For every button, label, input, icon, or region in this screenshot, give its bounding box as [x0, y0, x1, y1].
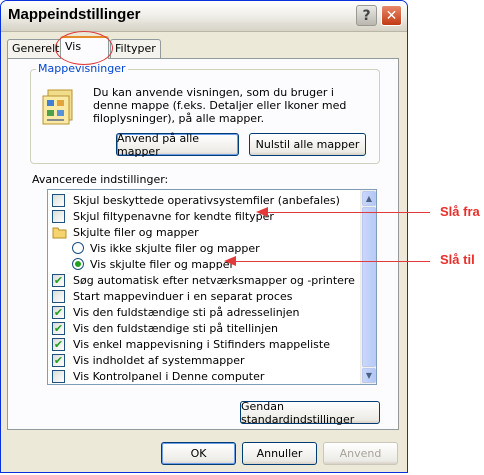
radio-button[interactable]: [72, 258, 84, 270]
list-item[interactable]: ✔ Vis den fuldstændige sti på titellinje…: [52, 320, 278, 336]
list-item[interactable]: ✔ Vis indholdet af systemmapper: [52, 352, 244, 368]
help-button[interactable]: ?: [356, 5, 377, 26]
apply-label: Anvend: [339, 447, 382, 460]
checkbox[interactable]: [52, 289, 65, 303]
list-item-label: Vis ikke skjulte filer og mapper: [90, 241, 260, 255]
annotation-off: Slå fra: [440, 204, 480, 219]
vertical-scrollbar[interactable]: ▲ ▼: [360, 190, 376, 384]
scroll-down-button[interactable]: ▼: [362, 368, 376, 383]
list-item-label: Vis skjulte filer og mapper: [90, 257, 235, 271]
list-item[interactable]: ✔ Vis den fuldstændige sti på adresselin…: [52, 304, 299, 320]
arrow-off-line: [266, 212, 430, 213]
list-item-label: Vis den fuldstændige sti på adresselinje…: [73, 305, 300, 319]
tab-filtyper[interactable]: Filtyper: [110, 39, 161, 58]
folder-views-description: Du kan anvende visningen, som du bruger …: [93, 86, 347, 125]
help-icon: ?: [362, 7, 371, 24]
advanced-settings-label: Avancerede indstillinger:: [32, 173, 169, 186]
list-item-label: Vis indholdet af systemmapper: [73, 353, 245, 367]
checkbox[interactable]: [52, 369, 65, 383]
list-item[interactable]: Vis skjulte filer og mapper: [72, 256, 234, 272]
apply-all-folders-label: Anvend på alle mapper: [117, 131, 200, 158]
checkbox[interactable]: ✔: [52, 321, 65, 335]
list-item-label: Start mappevinduer i en separat proces: [73, 289, 293, 303]
cancel-button[interactable]: Annuller: [242, 442, 317, 465]
scroll-thumb[interactable]: [362, 207, 376, 367]
tab-label: Generelt: [12, 42, 60, 55]
list-item: Skjulte filer og mapper: [52, 224, 199, 240]
list-item[interactable]: Skjul beskyttede operativsystemfiler (an…: [52, 192, 340, 208]
title-bar[interactable]: Mappeindstillinger ? ✕: [1, 1, 407, 32]
radio-button[interactable]: [72, 242, 84, 254]
advanced-settings-list[interactable]: Skjul beskyttede operativsystemfiler (an…: [47, 189, 377, 385]
chevron-down-icon: ▼: [365, 371, 373, 380]
folder-view-icon: [42, 89, 73, 125]
cancel-label: Annuller: [256, 447, 303, 460]
list-item-label: Søg automatisk efter netværksmapper og -…: [73, 273, 355, 287]
list-item-label: Skjul filtypenavne for kendte filtyper: [73, 209, 274, 223]
list-item[interactable]: Skjul filtypenavne for kendte filtyper: [52, 208, 274, 224]
checkbox[interactable]: ✔: [52, 305, 65, 319]
scroll-up-button[interactable]: ▲: [362, 191, 376, 206]
window-title: Mappeindstillinger: [8, 6, 141, 23]
checkbox[interactable]: [52, 209, 65, 223]
list-item-label: Vis den fuldstændige sti på titellinjen: [73, 321, 278, 335]
reset-all-folders-button[interactable]: Nulstil alle mapper: [249, 133, 366, 156]
list-item[interactable]: Vis ikke skjulte filer og mapper: [72, 240, 260, 256]
checkbox[interactable]: [52, 193, 65, 207]
list-item[interactable]: ✔ Søg automatisk efter netværksmapper og…: [52, 272, 355, 288]
checkbox[interactable]: ✔: [52, 273, 65, 287]
apply-all-folders-button[interactable]: Anvend på alle mapper: [116, 131, 239, 158]
restore-defaults-label: Gendan standardindstillinger: [241, 399, 355, 426]
list-item[interactable]: Vis Kontrolpanel i Denne computer: [52, 368, 264, 384]
ok-label: OK: [190, 447, 207, 460]
list-item-label: Skjulte filer og mapper: [73, 225, 199, 239]
list-item-label: Vis Kontrolpanel i Denne computer: [73, 369, 265, 383]
reset-all-folders-label: Nulstil alle mapper: [255, 138, 360, 151]
arrow-on-line: [234, 261, 430, 262]
list-item-label: Skjul beskyttede operativsystemfiler (an…: [73, 193, 340, 207]
checkbox[interactable]: ✔: [52, 337, 65, 351]
ok-button[interactable]: OK: [161, 442, 236, 465]
list-item[interactable]: ✔ Vis enkel mappevisning i Stifinders ma…: [52, 336, 330, 352]
list-item-label: Vis enkel mappevisning i Stifinders mapp…: [73, 337, 330, 351]
annotation-on: Slå til: [440, 252, 475, 267]
highlight-circle: [55, 31, 113, 65]
close-icon: ✕: [385, 7, 398, 24]
folder-options-dialog: Mappeindstillinger ? ✕ Generelt Vis Filt…: [0, 0, 408, 473]
restore-defaults-button[interactable]: Gendan standardindstillinger: [240, 399, 380, 426]
list-item[interactable]: Start mappevinduer i en separat proces: [52, 288, 292, 304]
apply-button[interactable]: Anvend: [323, 442, 398, 465]
chevron-up-icon: ▲: [365, 194, 373, 203]
tab-label: Filtyper: [115, 42, 156, 55]
radio-selected-dot: [75, 261, 81, 267]
close-button[interactable]: ✕: [381, 5, 402, 26]
folder-icon: [52, 227, 67, 238]
checkbox[interactable]: ✔: [52, 353, 65, 367]
